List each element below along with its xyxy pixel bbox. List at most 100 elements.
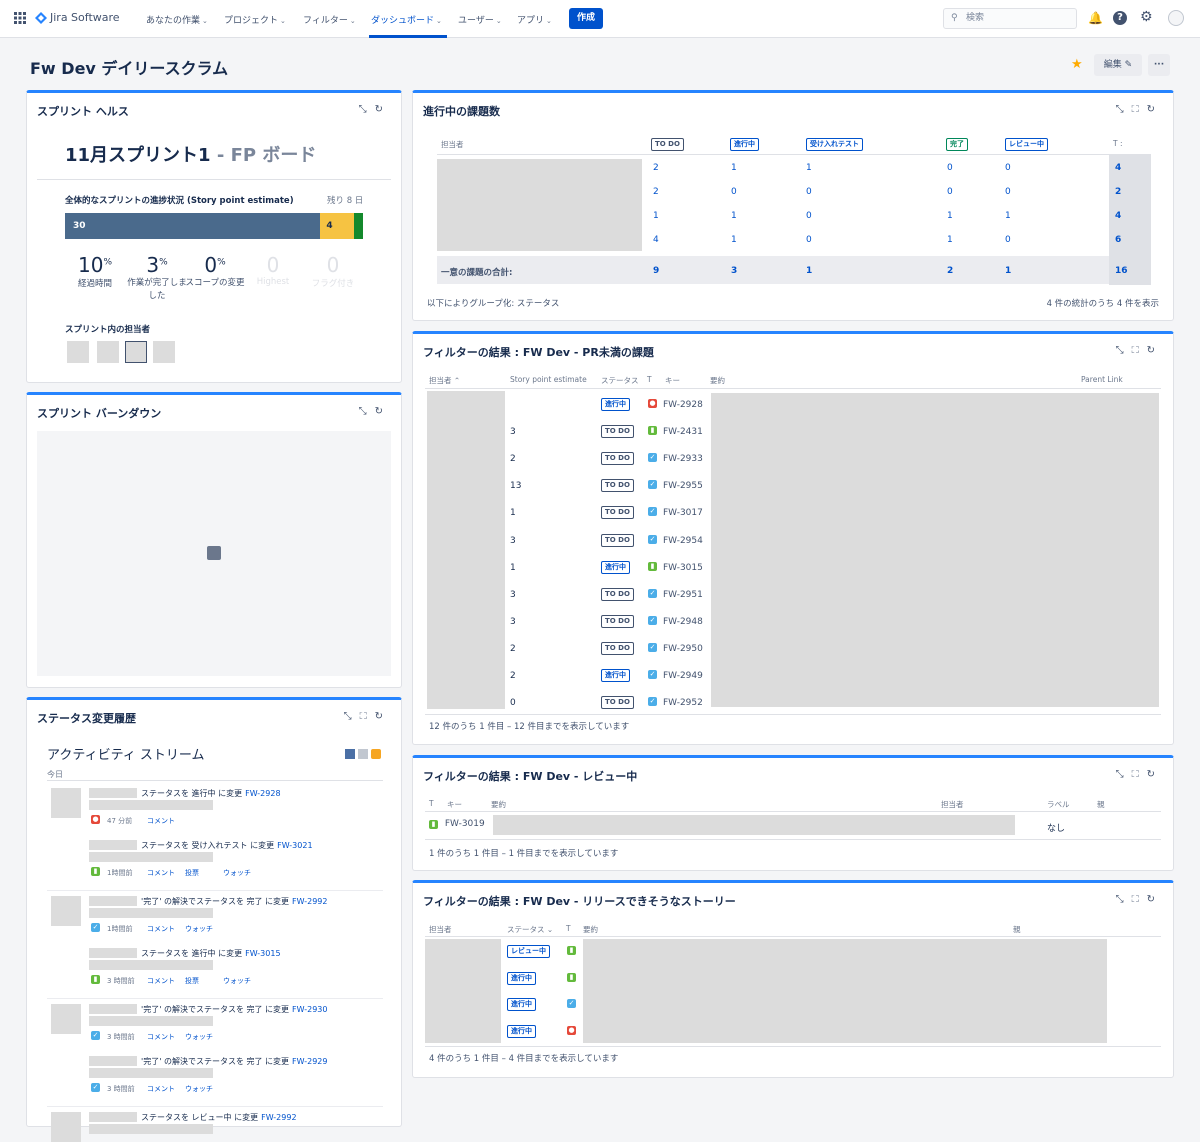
column-summary[interactable]: 要約 xyxy=(710,375,725,386)
more-button[interactable]: ··· xyxy=(1148,54,1170,76)
nav-filters[interactable]: フィルター ⌄ xyxy=(303,13,356,26)
maximize-icon[interactable]: ⛶ xyxy=(360,711,375,722)
minimize-icon[interactable]: ⤡ xyxy=(1116,345,1132,356)
avatar[interactable] xyxy=(67,341,89,363)
count-cell[interactable]: 0 xyxy=(1005,163,1011,173)
total-cell[interactable]: 2 xyxy=(947,266,953,276)
table-row[interactable]: 13 TO DO ✓ FW-2955 xyxy=(505,477,711,497)
help-icon[interactable]: ? xyxy=(1113,11,1127,25)
count-cell[interactable]: 2 xyxy=(1115,187,1121,197)
refresh-icon[interactable]: ↻ xyxy=(375,406,391,417)
count-cell[interactable]: 0 xyxy=(1005,187,1011,197)
app-name[interactable]: Jira Software xyxy=(50,11,120,24)
table-row[interactable]: 0 TO DO ✓ FW-2952 xyxy=(505,694,711,714)
column-summary[interactable]: 要約 xyxy=(491,799,506,810)
rss-icon[interactable] xyxy=(371,749,381,759)
list-view-icon[interactable] xyxy=(345,749,355,759)
count-cell[interactable]: 0 xyxy=(947,163,953,173)
count-cell[interactable]: 4 xyxy=(653,235,659,245)
refresh-icon[interactable]: ↻ xyxy=(1147,769,1163,780)
activity-action-link[interactable]: 投票 xyxy=(185,976,199,986)
nav-dashboards[interactable]: ダッシュボード ⌄ xyxy=(371,13,442,26)
column-status[interactable]: ステータス ⌄ xyxy=(507,924,553,935)
activity-action-link[interactable]: ウォッチ xyxy=(185,1032,213,1042)
table-row[interactable]: 2 TO DO ✓ FW-2950 xyxy=(505,640,711,660)
column-type[interactable]: T xyxy=(647,375,652,384)
table-row[interactable]: レビュー中 ▮ xyxy=(505,943,581,961)
column-assignee[interactable]: 担当者 ⌃ xyxy=(429,375,460,386)
total-cell[interactable]: 16 xyxy=(1115,266,1128,276)
column-parent-link[interactable]: Parent Link xyxy=(1081,375,1123,384)
issue-key[interactable]: FW-2951 xyxy=(663,590,703,600)
issue-key[interactable]: FW-2930 xyxy=(292,1005,327,1014)
count-cell[interactable]: 0 xyxy=(806,235,812,245)
avatar[interactable] xyxy=(51,788,81,818)
jira-logo-icon[interactable] xyxy=(35,12,47,27)
issue-key[interactable]: FW-2949 xyxy=(663,671,703,681)
activity-action-link[interactable]: コメント xyxy=(147,1084,175,1094)
activity-action-link[interactable]: ウォッチ xyxy=(185,924,213,934)
count-cell[interactable]: 1 xyxy=(947,211,953,221)
issue-key[interactable]: FW-2929 xyxy=(292,1057,327,1066)
total-cell[interactable]: 1 xyxy=(806,266,812,276)
issue-key[interactable]: FW-3019 xyxy=(445,819,485,829)
maximize-icon[interactable]: ⛶ xyxy=(1132,769,1147,780)
column-type[interactable]: T xyxy=(566,924,571,933)
activity-action-link[interactable]: コメント xyxy=(147,816,175,826)
activity-action-link[interactable]: コメント xyxy=(147,868,175,878)
column-done[interactable]: 完了 xyxy=(946,138,968,151)
nav-your-work[interactable]: あなたの作業 ⌄ xyxy=(146,13,208,26)
column-story-points[interactable]: Story point estimate xyxy=(510,375,587,384)
column-status[interactable]: ステータス xyxy=(601,375,639,386)
column-todo[interactable]: TO DO xyxy=(651,138,684,151)
count-cell[interactable]: 1 xyxy=(947,235,953,245)
table-row[interactable]: ▮ FW-3019 xyxy=(429,819,485,829)
count-cell[interactable]: 1 xyxy=(731,211,737,221)
table-row[interactable]: 進行中 ✓ xyxy=(505,996,581,1014)
activity-action-link[interactable]: ウォッチ xyxy=(223,976,251,986)
count-cell[interactable]: 1 xyxy=(731,235,737,245)
maximize-icon[interactable]: ⛶ xyxy=(1132,894,1147,905)
issue-key[interactable]: FW-3015 xyxy=(245,949,280,958)
issue-key[interactable]: FW-2955 xyxy=(663,481,703,491)
column-in-progress[interactable]: 進行中 xyxy=(730,138,759,151)
table-row[interactable]: 3 TO DO ▮ FW-2431 xyxy=(505,423,711,443)
settings-icon[interactable]: ⚙ xyxy=(1140,9,1153,25)
table-row[interactable]: 3 TO DO ✓ FW-2951 xyxy=(505,586,711,606)
create-button[interactable]: 作成 xyxy=(569,8,603,29)
issue-key[interactable]: FW-2992 xyxy=(261,1113,296,1122)
column-parent[interactable]: 親 xyxy=(1013,924,1021,935)
issue-key[interactable]: FW-2952 xyxy=(663,698,703,708)
table-row[interactable]: 1 進行中 ▮ FW-3015 xyxy=(505,559,711,579)
table-row[interactable]: 2 進行中 ✓ FW-2949 xyxy=(505,667,711,687)
minimize-icon[interactable]: ⤡ xyxy=(1116,769,1132,780)
board-name[interactable]: FP ボード xyxy=(231,145,317,166)
column-type[interactable]: T xyxy=(429,799,434,808)
activity-action-link[interactable]: ウォッチ xyxy=(223,868,251,878)
refresh-icon[interactable]: ↻ xyxy=(375,104,391,115)
count-cell[interactable]: 4 xyxy=(1115,211,1121,221)
table-row[interactable]: 進行中 ▮ xyxy=(505,970,581,988)
avatar[interactable] xyxy=(51,1112,81,1142)
count-cell[interactable]: 4 xyxy=(1115,163,1121,173)
issue-key[interactable]: FW-2431 xyxy=(663,427,703,437)
count-cell[interactable]: 1 xyxy=(653,211,659,221)
grid-view-icon[interactable] xyxy=(358,749,368,759)
column-key[interactable]: キー xyxy=(665,375,680,386)
search-input[interactable]: ⚲ 検索 xyxy=(943,8,1077,29)
column-review[interactable]: レビュー中 xyxy=(1005,138,1048,151)
column-summary[interactable]: 要約 xyxy=(583,924,598,935)
count-cell[interactable]: 0 xyxy=(947,187,953,197)
notifications-icon[interactable]: 🔔 xyxy=(1088,11,1103,25)
nav-people[interactable]: ユーザー ⌄ xyxy=(458,13,502,26)
avatar[interactable] xyxy=(51,1004,81,1034)
activity-action-link[interactable]: 投票 xyxy=(185,868,199,878)
table-row[interactable]: 1 TO DO ✓ FW-3017 xyxy=(505,504,711,524)
count-cell[interactable]: 1 xyxy=(806,163,812,173)
issue-key[interactable]: FW-2928 xyxy=(245,789,280,798)
column-labels[interactable]: ラベル xyxy=(1047,799,1070,810)
table-row[interactable]: 3 TO DO ✓ FW-2954 xyxy=(505,532,711,552)
activity-action-link[interactable]: コメント xyxy=(147,976,175,986)
star-icon[interactable]: ★ xyxy=(1071,57,1083,72)
avatar[interactable] xyxy=(125,341,147,363)
